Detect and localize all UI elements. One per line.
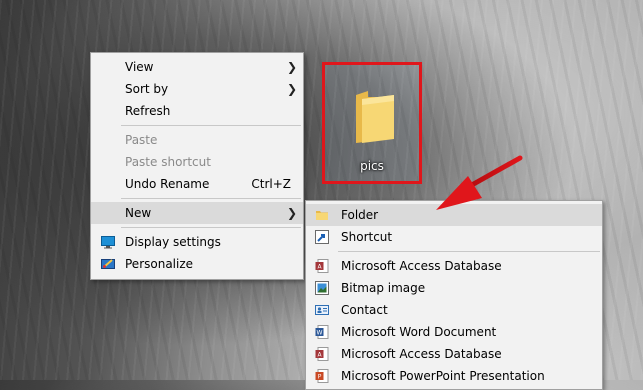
submenu-item-access-database-2[interactable]: A Microsoft Access Database xyxy=(306,343,602,365)
menu-item-undo-rename[interactable]: Undo Rename Ctrl+Z xyxy=(91,173,303,195)
menu-separator xyxy=(121,125,301,126)
menu-item-label: Paste xyxy=(125,133,158,147)
menu-item-label: View xyxy=(125,60,154,74)
menu-item-label: Display settings xyxy=(125,235,221,249)
shortcut-hint: Ctrl+Z xyxy=(251,177,291,191)
menu-item-sort-by[interactable]: Sort by ❯ xyxy=(91,78,303,100)
svg-text:W: W xyxy=(317,330,323,337)
menu-item-label: Folder xyxy=(341,208,379,222)
menu-item-refresh[interactable]: Refresh xyxy=(91,100,303,122)
menu-item-label: Bitmap image xyxy=(341,281,426,295)
submenu-item-bitmap-image[interactable]: Bitmap image xyxy=(306,277,602,299)
menu-item-label: Refresh xyxy=(125,104,171,118)
menu-item-label: New xyxy=(125,206,152,220)
folder-icon xyxy=(356,91,394,143)
access-icon: A xyxy=(315,347,329,361)
powerpoint-icon: P xyxy=(315,369,329,383)
submenu-item-word-document[interactable]: W Microsoft Word Document xyxy=(306,321,602,343)
menu-item-label: Sort by xyxy=(125,82,169,96)
menu-separator xyxy=(338,251,600,252)
new-submenu: Folder Shortcut A Microsoft Access Datab… xyxy=(305,200,603,390)
chevron-right-icon: ❯ xyxy=(286,60,297,74)
menu-item-label: Shortcut xyxy=(341,230,393,244)
shortcut-icon xyxy=(315,230,329,244)
menu-separator xyxy=(121,198,301,199)
bitmap-icon xyxy=(315,281,329,295)
menu-item-paste[interactable]: Paste xyxy=(91,129,303,151)
display-icon xyxy=(101,236,115,249)
desktop-context-menu: View ❯ Sort by ❯ Refresh Paste Paste sho… xyxy=(90,52,304,280)
personalize-icon xyxy=(101,259,115,269)
desktop-folder-pics[interactable]: pics xyxy=(322,62,422,184)
submenu-item-powerpoint-presentation[interactable]: P Microsoft PowerPoint Presentation xyxy=(306,365,602,387)
menu-item-paste-shortcut[interactable]: Paste shortcut xyxy=(91,151,303,173)
submenu-item-access-database[interactable]: A Microsoft Access Database xyxy=(306,255,602,277)
folder-icon xyxy=(316,211,328,220)
menu-item-display-settings[interactable]: Display settings xyxy=(91,231,303,253)
menu-item-new[interactable]: New ❯ xyxy=(91,202,303,224)
menu-item-label: Personalize xyxy=(125,257,194,271)
menu-item-label: Microsoft PowerPoint Presentation xyxy=(341,369,545,383)
menu-item-label: Microsoft Word Document xyxy=(341,325,497,339)
menu-item-label: Microsoft Access Database xyxy=(341,347,502,361)
menu-item-label: Paste shortcut xyxy=(125,155,211,169)
folder-name-label: pics xyxy=(360,159,384,173)
contact-icon xyxy=(315,305,329,315)
menu-item-label: Microsoft Access Database xyxy=(341,259,502,273)
submenu-item-folder[interactable]: Folder xyxy=(306,204,602,226)
submenu-item-contact[interactable]: Contact xyxy=(306,299,602,321)
menu-separator xyxy=(121,227,301,228)
access-icon: A xyxy=(315,259,329,273)
menu-item-personalize[interactable]: Personalize xyxy=(91,253,303,275)
word-icon: W xyxy=(315,325,329,339)
menu-item-view[interactable]: View ❯ xyxy=(91,56,303,78)
chevron-right-icon: ❯ xyxy=(286,206,297,220)
chevron-right-icon: ❯ xyxy=(286,82,297,96)
svg-text:P: P xyxy=(318,374,322,381)
menu-item-label: Contact xyxy=(341,303,388,317)
menu-item-label: Undo Rename xyxy=(125,177,210,191)
submenu-item-shortcut[interactable]: Shortcut xyxy=(306,226,602,248)
